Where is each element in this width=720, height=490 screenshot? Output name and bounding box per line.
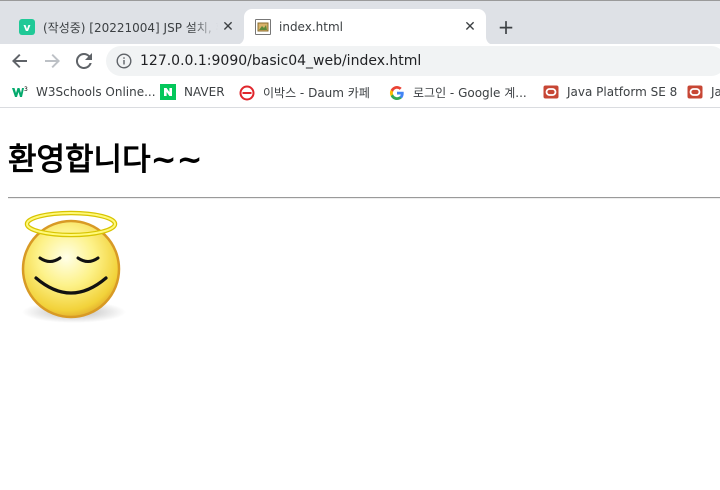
bookmark-java-platform[interactable]: Java Platform SE 8	[543, 84, 677, 100]
page-content: 환영합니다~~	[0, 108, 720, 490]
info-icon[interactable]	[116, 53, 132, 73]
tab-title: index.html	[279, 20, 343, 34]
tab-strip: v (작성중) [20221004] JSP 설치, 환 ✕ index.htm…	[0, 0, 720, 45]
bookmark-label: W3Schools Online...	[36, 85, 156, 99]
bookmark-daum-cafe[interactable]: 이박스 - Daum 카페	[239, 84, 370, 101]
tab-close-icon[interactable]: ✕	[460, 19, 480, 35]
horizontal-rule	[8, 197, 720, 199]
bookmarks-bar: 3 W3Schools Online... NAVER 이박스 - Daum 카…	[0, 78, 720, 108]
svg-text:3: 3	[24, 86, 28, 93]
toolbar: 127.0.0.1:9090/basic04_web/index.html	[0, 44, 720, 78]
tab-index-html[interactable]: index.html ✕	[244, 9, 486, 45]
forward-arrow-icon	[45, 54, 60, 68]
bookmark-google-login[interactable]: 로그인 - Google 계...	[389, 84, 527, 101]
url-text: 127.0.0.1:9090/basic04_web/index.html	[140, 53, 422, 69]
oracle-icon	[687, 84, 703, 100]
bookmark-w3schools[interactable]: 3 W3Schools Online...	[12, 84, 156, 100]
back-button[interactable]	[8, 49, 32, 73]
oracle-icon	[543, 84, 559, 100]
bookmark-label: Ja	[711, 85, 720, 99]
bookmark-label: Java Platform SE 8	[567, 85, 678, 99]
daum-icon	[239, 85, 255, 101]
w3schools-icon: 3	[12, 84, 28, 100]
tab-title: (작성중) [20221004] JSP 설치, 환	[43, 20, 218, 35]
velog-v-icon: v	[19, 19, 35, 35]
bookmark-label: NAVER	[184, 85, 225, 99]
tab-close-icon[interactable]: ✕	[218, 19, 238, 35]
bookmark-label: 로그인 - Google 계...	[413, 86, 527, 100]
naver-icon	[160, 84, 176, 100]
reload-button[interactable]	[72, 49, 96, 73]
address-bar[interactable]: 127.0.0.1:9090/basic04_web/index.html	[106, 46, 720, 76]
tab-velog[interactable]: v (작성중) [20221004] JSP 설치, 환 ✕	[8, 9, 245, 45]
forward-button[interactable]	[40, 49, 64, 73]
new-tab-button[interactable]: +	[494, 15, 518, 39]
back-arrow-icon	[12, 54, 27, 68]
reload-icon	[76, 53, 92, 69]
page-icon	[255, 19, 271, 35]
bookmark-naver[interactable]: NAVER	[160, 84, 225, 100]
page-heading: 환영합니다~~	[8, 142, 203, 178]
bookmark-java-2[interactable]: Ja	[687, 84, 720, 100]
bookmark-label: 이박스 - Daum 카페	[263, 86, 370, 100]
google-icon	[389, 85, 405, 101]
angel-smiley-icon	[21, 210, 126, 323]
